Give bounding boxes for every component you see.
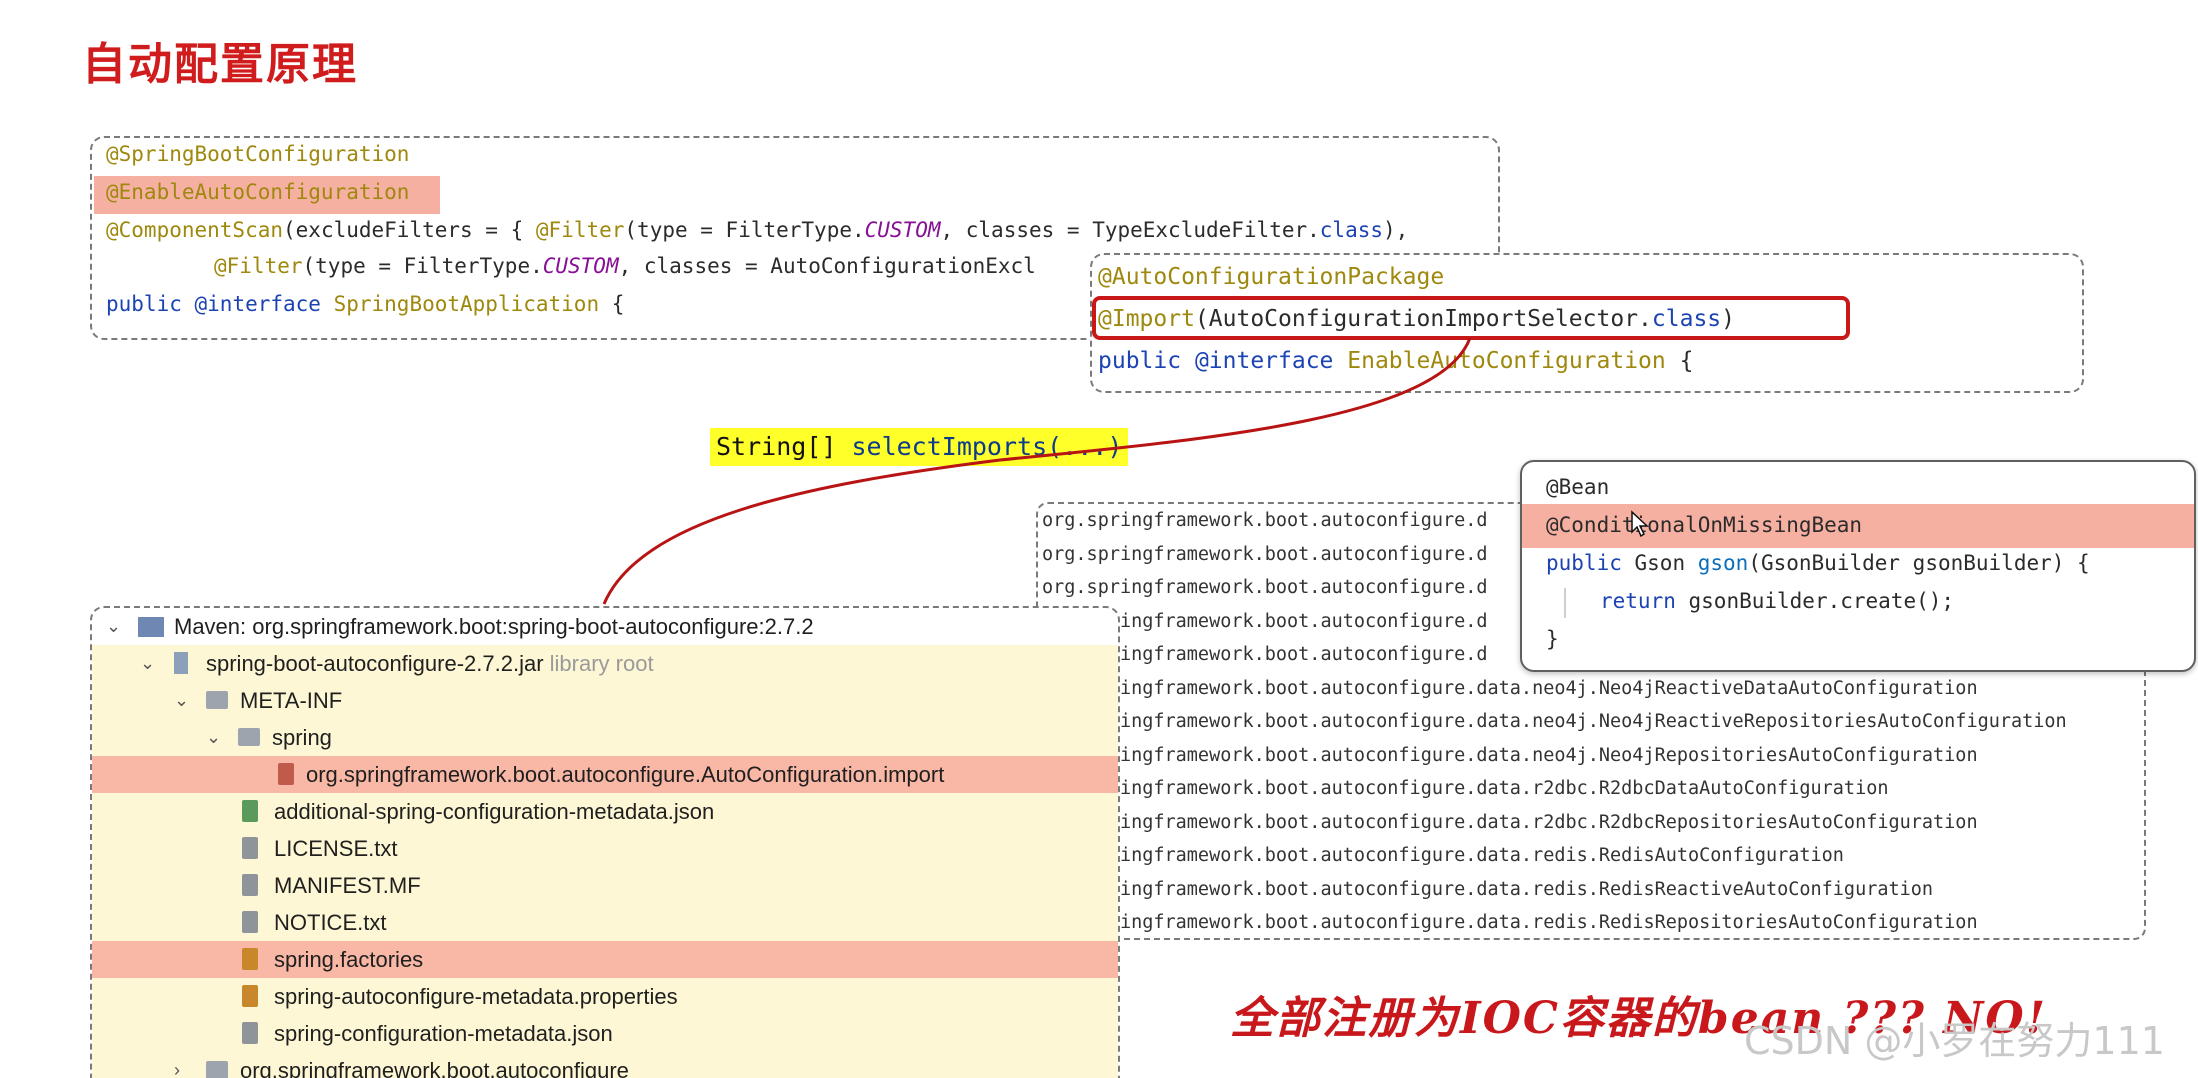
tree-row-meta-inf[interactable]: ⌄ META-INF	[92, 682, 1118, 719]
jar-icon	[174, 652, 188, 674]
tree-label: spring-autoconfigure-metadata.properties	[274, 984, 678, 1009]
tree-row-autoconfigure-metadata[interactable]: spring-autoconfigure-metadata.properties	[92, 978, 1118, 1015]
code-line-gson-method: public Gson gson(GsonBuilder gsonBuilder…	[1546, 551, 2090, 575]
tree-label: META-INF	[240, 688, 343, 713]
chevron-down-icon[interactable]: ⌄	[174, 682, 189, 719]
tree-label: MANIFEST.MF	[274, 873, 421, 898]
code-line-return: return gsonBuilder.create();	[1600, 589, 1955, 613]
text-file-icon	[242, 837, 258, 859]
factories-file-icon	[242, 948, 258, 970]
list-item: org.springframework.boot.autoconfigure.d…	[1042, 845, 1844, 866]
chevron-right-icon[interactable]: ›	[174, 1052, 180, 1078]
tree-row-autoconfigure-package[interactable]: › org.springframework.boot.autoconfigure	[92, 1052, 1118, 1078]
tree-label: org.springframework.boot.autoconfigure.A…	[306, 762, 945, 787]
tree-label: org.springframework.boot.autoconfigure	[240, 1058, 629, 1078]
tree-row-manifest[interactable]: MANIFEST.MF	[92, 867, 1118, 904]
imports-file-icon	[278, 763, 294, 785]
tree-label: NOTICE.txt	[274, 910, 387, 935]
list-item: org.springframework.boot.autoconfigure.d…	[1042, 778, 1889, 799]
tree-row-jar[interactable]: ⌄ spring-boot-autoconfigure-2.7.2.jar li…	[92, 645, 1118, 682]
tree-row-maven-library[interactable]: ⌄ Maven: org.springframework.boot:spring…	[92, 608, 1118, 645]
list-item: org.springframework.boot.autoconfigure.d	[1042, 577, 1488, 598]
indent-guide	[1564, 588, 1566, 618]
code-line-closing-brace: }	[1546, 627, 1559, 651]
folder-icon	[206, 691, 228, 709]
chevron-down-icon[interactable]: ⌄	[206, 719, 221, 756]
tree-label: LICENSE.txt	[274, 836, 398, 861]
code-line-bean: @Bean	[1546, 475, 1610, 499]
folder-icon	[238, 728, 260, 746]
gson-bean-code-box: @Bean @ConditionalOnMissingBean public G…	[1520, 460, 2196, 672]
list-item: org.springframework.boot.autoconfigure.d…	[1042, 811, 1978, 833]
properties-file-icon	[242, 985, 258, 1007]
text-file-icon	[242, 911, 258, 933]
project-tree: ⌄ Maven: org.springframework.boot:spring…	[90, 606, 1120, 1078]
tree-label: Maven: org.springframework.boot:spring-b…	[174, 614, 814, 639]
tree-row-additional-metadata[interactable]: additional-spring-configuration-metadata…	[92, 793, 1118, 830]
list-item: org.springframework.boot.autoconfigure.d…	[1042, 912, 1978, 933]
list-item: org.springframework.boot.autoconfigure.d…	[1042, 878, 1934, 900]
package-icon	[206, 1061, 228, 1078]
maven-library-icon	[138, 617, 164, 637]
csdn-watermark: CSDN @小罗在努力111	[1744, 1019, 2165, 1063]
tree-row-license[interactable]: LICENSE.txt	[92, 830, 1118, 867]
tree-label: additional-spring-configuration-metadata…	[274, 799, 715, 824]
list-item: org.springframework.boot.autoconfigure.d	[1042, 510, 1488, 531]
tree-row-notice[interactable]: NOTICE.txt	[92, 904, 1118, 941]
tree-label: spring	[272, 725, 332, 750]
tree-row-configuration-metadata[interactable]: spring-configuration-metadata.json	[92, 1015, 1118, 1052]
json-file-icon	[242, 1022, 258, 1044]
tree-label: spring-boot-autoconfigure-2.7.2.jar libr…	[206, 651, 654, 676]
tree-row-spring-factories[interactable]: spring.factories	[92, 941, 1118, 978]
manifest-file-icon	[242, 874, 258, 896]
tree-label: spring-configuration-metadata.json	[274, 1021, 613, 1046]
list-item: org.springframework.boot.autoconfigure.d…	[1042, 711, 2067, 732]
list-item: org.springframework.boot.autoconfigure.d…	[1042, 677, 1978, 699]
list-item: org.springframework.boot.autoconfigure.d	[1042, 543, 1488, 565]
chevron-down-icon[interactable]: ⌄	[106, 608, 121, 645]
tree-row-spring-folder[interactable]: ⌄ spring	[92, 719, 1118, 756]
tree-label: spring.factories	[274, 947, 424, 972]
chevron-down-icon[interactable]: ⌄	[140, 645, 155, 682]
list-item: org.springframework.boot.autoconfigure.d…	[1042, 744, 1978, 766]
code-line-conditional-on-missing-bean: @ConditionalOnMissingBean	[1546, 513, 1863, 537]
json-file-icon	[242, 800, 258, 822]
mouse-cursor-icon	[1631, 510, 1649, 538]
tree-row-autoconfiguration-imports[interactable]: org.springframework.boot.autoconfigure.A…	[92, 756, 1118, 793]
